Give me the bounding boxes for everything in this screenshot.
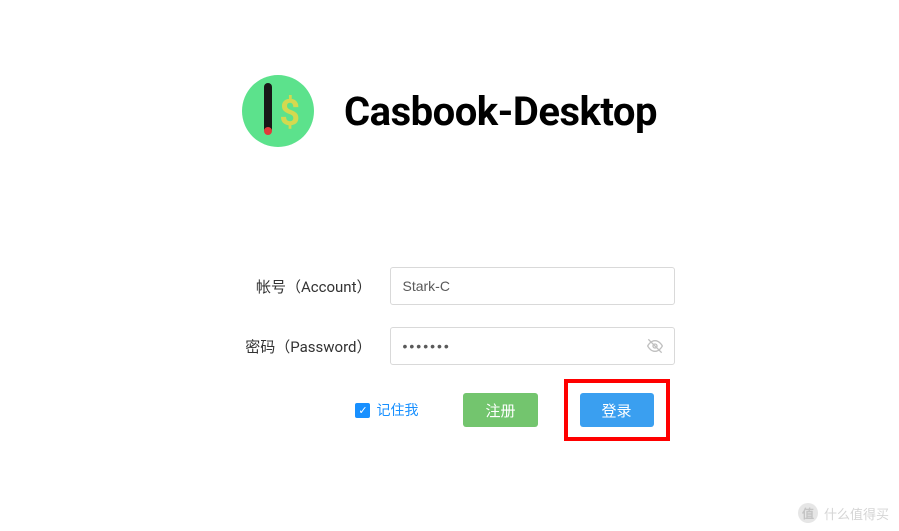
dollar-icon: $ xyxy=(279,92,300,134)
password-label: 密码（Password） xyxy=(225,336,390,357)
actions-row: ✓ 记住我 注册 登录 xyxy=(355,393,653,427)
app-header: $ Casbook-Desktop xyxy=(0,0,899,147)
account-input[interactable] xyxy=(390,267,675,305)
login-button[interactable]: 登录 xyxy=(580,393,654,427)
password-input[interactable] xyxy=(390,327,675,365)
logo-bar-icon xyxy=(264,83,272,133)
account-label: 帐号（Account） xyxy=(225,276,390,297)
check-icon: ✓ xyxy=(358,404,367,417)
remember-label: 记住我 xyxy=(376,400,418,420)
watermark-badge-icon: 值 xyxy=(798,503,818,523)
remember-me[interactable]: ✓ 记住我 xyxy=(355,400,418,420)
register-button[interactable]: 注册 xyxy=(463,393,537,427)
app-logo: $ xyxy=(242,75,314,147)
account-row: 帐号（Account） xyxy=(225,267,675,305)
watermark-text: 什么值得买 xyxy=(824,504,889,523)
remember-checkbox[interactable]: ✓ xyxy=(355,403,370,418)
eye-off-icon[interactable] xyxy=(647,338,663,354)
app-title: Casbook-Desktop xyxy=(344,88,657,135)
login-form: 帐号（Account） 密码（Password） ✓ 记住我 注册 登录 xyxy=(0,267,899,427)
watermark: 值 什么值得买 xyxy=(798,503,889,523)
password-row: 密码（Password） xyxy=(225,327,675,365)
